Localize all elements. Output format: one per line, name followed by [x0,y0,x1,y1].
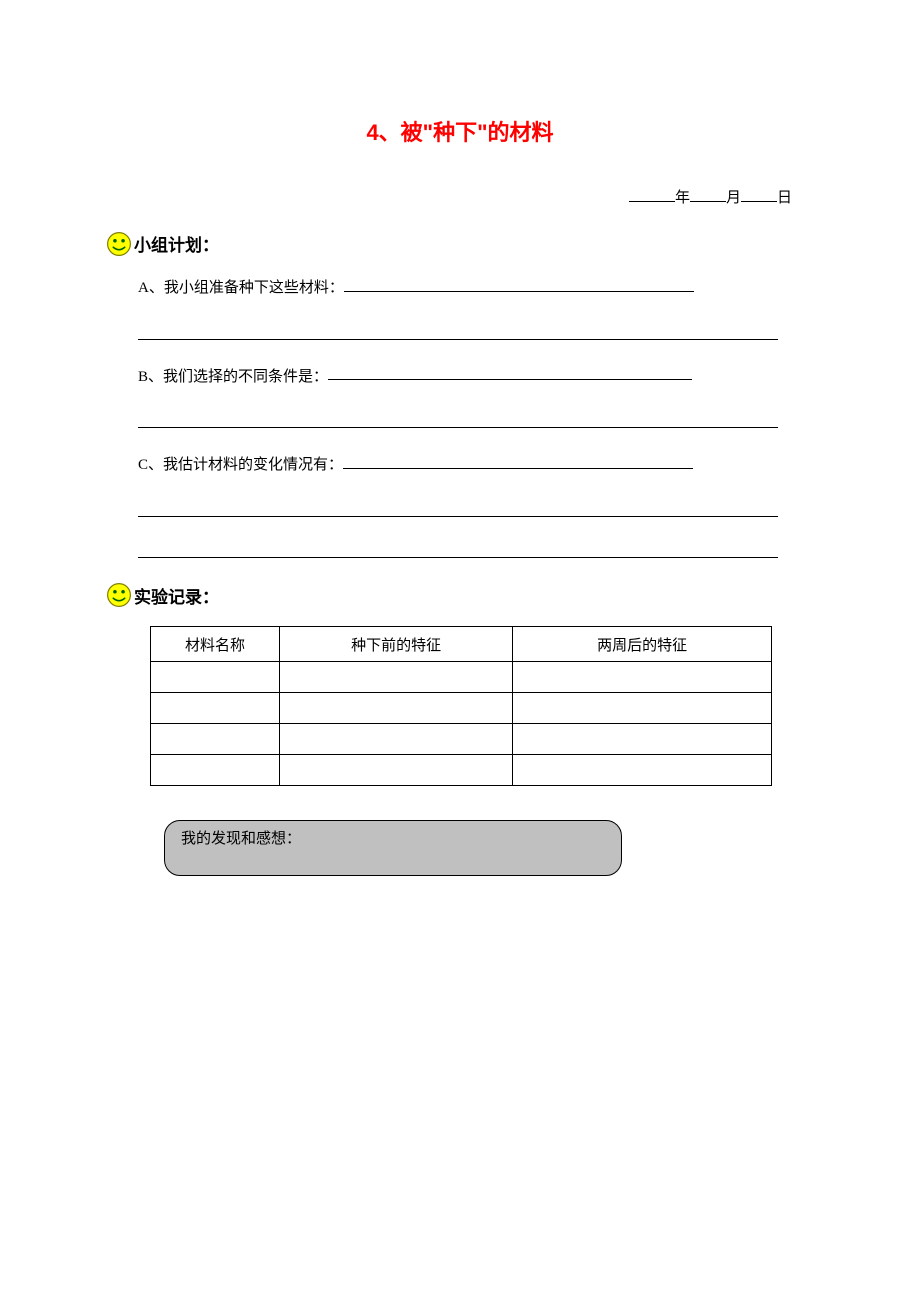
question-c: C、我估计材料的变化情况有： [138,452,800,476]
question-a-text: A、我小组准备种下这些材料： [138,280,344,296]
table-cell[interactable] [151,693,280,724]
table-cell[interactable] [280,724,513,755]
section-1-label: 小组计划： [134,231,219,256]
table-cell[interactable] [513,724,772,755]
findings-label: 我的发现和感想： [181,831,301,847]
question-a-blank-full[interactable] [138,323,778,340]
table-cell[interactable] [280,755,513,786]
smiley-icon [106,582,132,608]
month-blank[interactable] [690,185,726,202]
question-a: A、我小组准备种下这些材料： [138,275,800,299]
question-b: B、我们选择的不同条件是： [138,364,800,388]
table-cell[interactable] [280,693,513,724]
year-label: 年 [675,190,690,206]
question-c-blank-full-1[interactable] [138,500,778,517]
table-cell[interactable] [280,662,513,693]
question-c-blank-inline[interactable] [343,452,693,469]
question-b-text: B、我们选择的不同条件是： [138,368,328,384]
day-label: 日 [777,190,792,206]
table-header-name: 材料名称 [151,627,280,662]
date-line: 年月日 [120,185,800,207]
page-title: 4、被"种下"的材料 [120,115,800,147]
table-cell[interactable] [513,755,772,786]
day-blank[interactable] [741,185,777,202]
section-1-head: 小组计划： [106,231,800,257]
table-header-after: 两周后的特征 [513,627,772,662]
table-row [151,724,772,755]
year-blank[interactable] [629,185,675,202]
question-c-blank-full-2[interactable] [138,541,778,558]
table-cell[interactable] [151,662,280,693]
question-a-blank-inline[interactable] [344,275,694,292]
worksheet-page: 4、被"种下"的材料 年 月 日 小组计划： A、我小组准备种下这些材料： B、我们… [0,0,920,876]
table-cell[interactable] [513,662,772,693]
section-2-label: 实验记录： [134,583,219,608]
table-header-row: 材料名称 种下前的特征 两周后的特征 [151,627,772,662]
question-b-blank-full[interactable] [138,411,778,428]
smiley-icon [106,231,132,257]
table-row [151,755,772,786]
table-header-before: 种下前的特征 [280,627,513,662]
record-table: 材料名称 种下前的特征 两周后的特征 [150,626,772,786]
section-2-head: 实验记录： [106,582,800,608]
findings-callout[interactable]: 我的发现和感想： [164,820,622,876]
table-row [151,693,772,724]
question-c-text: C、我估计材料的变化情况有： [138,457,343,473]
table-row [151,662,772,693]
table-cell[interactable] [513,693,772,724]
question-b-blank-inline[interactable] [328,364,692,381]
table-cell[interactable] [151,755,280,786]
month-label: 月 [726,190,741,206]
table-cell[interactable] [151,724,280,755]
